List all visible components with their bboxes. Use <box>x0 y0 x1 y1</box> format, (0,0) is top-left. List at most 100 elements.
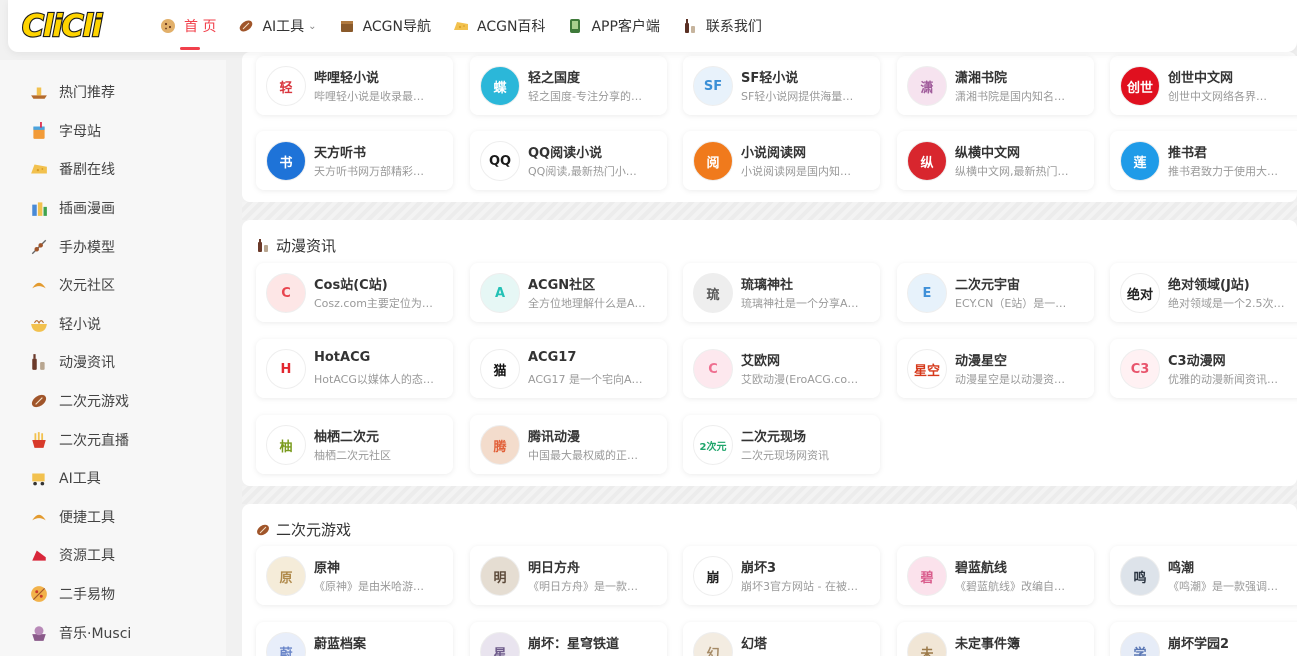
site-card[interactable]: C Cos站(C站) Cosz.com主要定位为… <box>256 263 453 322</box>
site-name: C3动漫网 <box>1168 354 1226 369</box>
site-name: ACG17 <box>528 350 577 365</box>
site-card[interactable]: 绝对 绝对领域(J站) 绝对领域是一个2.5次… <box>1110 263 1297 322</box>
site-name: 崩坏3 <box>741 561 777 576</box>
site-card[interactable]: 蔚蔚蓝档案 <box>256 622 453 656</box>
bottle-icon <box>682 18 698 34</box>
site-description: 艾欧动漫(EroACG.co… <box>741 373 859 386</box>
rugby-icon <box>256 523 270 537</box>
site-card[interactable]: 星崩坏：星穹铁道 <box>470 622 667 656</box>
site-logo: 阅 <box>693 141 733 181</box>
bottles-icon <box>30 199 48 217</box>
nav-item-3[interactable]: ACGN百科 <box>453 0 545 52</box>
sidebar-item-7[interactable]: 动漫资讯 <box>0 343 226 382</box>
boat-icon <box>30 83 48 101</box>
sidebar-list: 热门推荐 字母站 番剧在线 插画漫画 手办模型次元社区轻小说 动漫资讯 二次元游戏 二次元直播… <box>0 60 226 652</box>
site-card[interactable]: 蝶轻之国度 轻之国度-专注分享的… <box>470 56 667 115</box>
site-description: ACG17 是一个宅向A… <box>528 373 643 386</box>
site-logo: A <box>480 273 520 313</box>
sidebar-item-3[interactable]: 插画漫画 <box>0 189 226 228</box>
skewer-icon <box>30 238 48 256</box>
site-card[interactable]: 莲推书君 推书君致力于使用大… <box>1110 131 1297 190</box>
site-card[interactable]: C 艾欧网 艾欧动漫(EroACG.co… <box>683 339 880 398</box>
site-card[interactable]: 星空 动漫星空 动漫星空是以动漫资… <box>897 339 1094 398</box>
site-name: 动漫星空 <box>955 354 1008 369</box>
site-card[interactable]: 明明日方舟 《明日方舟》是一款… <box>470 546 667 605</box>
sidebar-item-8[interactable]: 二次元游戏 <box>0 382 226 421</box>
site-card[interactable]: E 二次元宇宙 ECY.CN（E站）是一… <box>897 263 1094 322</box>
nav-item-5[interactable]: 联系我们 <box>682 0 762 52</box>
site-card[interactable]: 崩崩坏3 崩坏3官方网站 - 在被… <box>683 546 880 605</box>
nav-item-4[interactable]: APP客户端 <box>567 0 660 52</box>
cheese-icon <box>453 18 469 34</box>
rugby-icon <box>30 392 48 410</box>
nav-label: ACGN导航 <box>362 19 431 35</box>
sidebar-item-12[interactable]: 资源工具 <box>0 536 226 575</box>
nav-item-2[interactable]: ACGN导航 <box>339 0 431 52</box>
clicli-logo[interactable]: CliCli <box>20 6 128 42</box>
site-logo: 莲 <box>1120 141 1160 181</box>
section-divider <box>242 486 1297 504</box>
sidebar-item-2[interactable]: 番剧在线 <box>0 150 226 189</box>
site-card[interactable]: 学崩坏学园2 <box>1110 622 1297 656</box>
site-name: Cos站(C站) <box>314 278 388 293</box>
site-card[interactable]: SF SF轻小说 SF轻小说网提供海量… <box>683 56 880 115</box>
site-card[interactable]: QQ QQ阅读小说 QQ阅读,最新热门小… <box>470 131 667 190</box>
site-logo: C3 <box>1120 349 1160 389</box>
site-card[interactable]: 未未定事件簿 <box>897 622 1094 656</box>
site-card[interactable]: 2次元 二次元现场 二次元现场网资讯 <box>683 415 880 474</box>
site-card[interactable]: 纵纵横中文网 纵横中文网,最新热门… <box>897 131 1094 190</box>
site-card[interactable]: H HotACG HotACG以媒体人的态… <box>256 339 453 398</box>
site-card[interactable]: 潇潇湘书院 潇湘书院是国内知名… <box>897 56 1094 115</box>
sidebar-item-label: 次元社区 <box>59 278 115 295</box>
sidebar-item-11[interactable]: 便捷工具 <box>0 498 226 537</box>
sidebar-item-10[interactable]: AI工具 <box>0 459 226 498</box>
section-anime-news: 动漫资讯 C Cos站(C站) Cosz.com主要定位为… A ACGN社区 全方位地理… <box>242 220 1297 486</box>
site-card[interactable]: A ACGN社区 全方位地理解什么是A… <box>470 263 667 322</box>
site-name: 蔚蓝档案 <box>314 637 367 652</box>
site-description: SF轻小说网提供海量… <box>741 90 854 103</box>
site-name: 艾欧网 <box>741 354 781 369</box>
sidebar-item-14[interactable]: 音乐·Musci <box>0 613 226 652</box>
sidebar-item-0[interactable]: 热门推荐 <box>0 73 226 112</box>
site-card[interactable]: 阅小说阅读网 小说阅读网是国内知… <box>683 131 880 190</box>
site-logo: H <box>266 349 306 389</box>
wine-icon <box>256 238 270 253</box>
nav-item-1[interactable]: AI工具 ⌄ <box>238 0 317 52</box>
site-name: 鸣潮 <box>1168 561 1195 576</box>
site-logo: 崩 <box>693 556 733 596</box>
sidebar-item-13[interactable]: 二手易物 <box>0 575 226 614</box>
site-card[interactable]: 原原神 《原神》是由米哈游… <box>256 546 453 605</box>
site-card[interactable]: 猫 ACG17 ACG17 是一个宅向A… <box>470 339 667 398</box>
sidebar: 热门推荐 字母站 番剧在线 插画漫画 手办模型次元社区轻小说 动漫资讯 二次元游戏 二次元直播… <box>0 60 226 656</box>
site-logo: 学 <box>1120 632 1160 656</box>
section-novels: 轻哔哩轻小说 哔哩轻小说是收录最… 蝶轻之国度 轻之国度-专注分享的… SF SF轻小说 S… <box>242 52 1297 202</box>
site-card[interactable]: 腾腾讯动漫 中国最大最权威的正… <box>470 415 667 474</box>
site-logo: 轻 <box>266 66 306 106</box>
site-card[interactable]: 书天方听书 天方听书网万部精彩… <box>256 131 453 190</box>
sidebar-item-1[interactable]: 字母站 <box>0 112 226 151</box>
sidebar-item-4[interactable]: 手办模型 <box>0 227 226 266</box>
site-description: 纵横中文网,最新热门… <box>955 165 1069 178</box>
site-name: 哔哩轻小说 <box>314 71 380 86</box>
site-name: 崩坏：星穹铁道 <box>528 637 620 652</box>
sidebar-item-5[interactable]: 次元社区 <box>0 266 226 305</box>
sidebar-item-9[interactable]: 二次元直播 <box>0 420 226 459</box>
site-card[interactable]: 鸣鸣潮 《鸣潮》是一款强调… <box>1110 546 1297 605</box>
site-card[interactable]: 创世 创世中文网 创世中文网络各界… <box>1110 56 1297 115</box>
cart-icon <box>30 469 48 487</box>
site-name: 潇湘书院 <box>955 71 1008 86</box>
sidebar-item-label: 音乐·Musci <box>59 625 132 642</box>
nav-item-0[interactable]: 首 页 <box>160 0 216 52</box>
section-title: 动漫资讯 <box>256 235 336 256</box>
phone-icon <box>567 18 583 34</box>
site-card[interactable]: 碧碧蓝航线 《碧蓝航线》改编自… <box>897 546 1094 605</box>
site-name: 推书君 <box>1168 146 1208 161</box>
site-name: SF轻小说 <box>741 71 799 86</box>
site-card[interactable]: 轻哔哩轻小说 哔哩轻小说是收录最… <box>256 56 453 115</box>
site-card[interactable]: 柚柚栖二次元 柚栖二次元社区 <box>256 415 453 474</box>
site-card[interactable]: 幻幻塔 <box>683 622 880 656</box>
site-logo: 星 <box>480 632 520 656</box>
sidebar-item-6[interactable]: 轻小说 <box>0 305 226 344</box>
site-card[interactable]: C3 C3动漫网 优雅的动漫新闻资讯… <box>1110 339 1297 398</box>
site-card[interactable]: 琉琉璃神社 琉璃神社是一个分享A… <box>683 263 880 322</box>
